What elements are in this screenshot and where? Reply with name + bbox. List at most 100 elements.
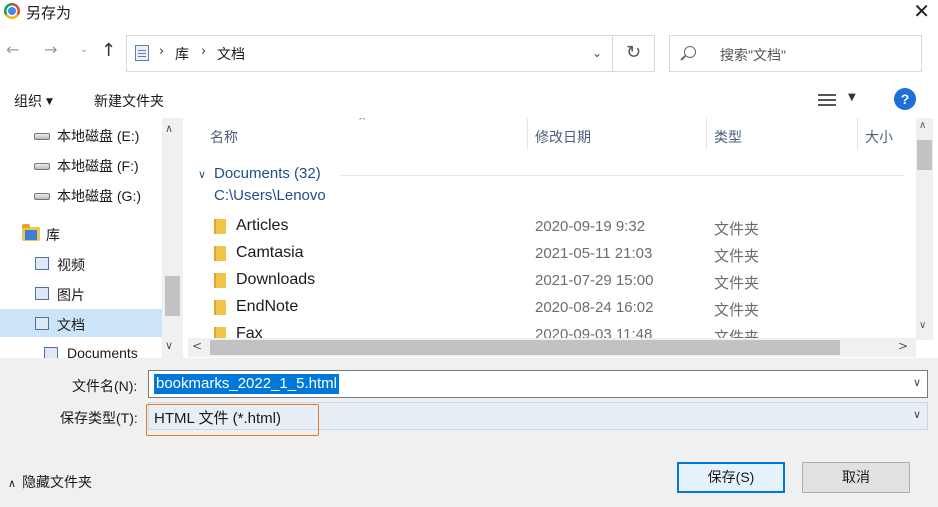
sidebar-item-library[interactable]: 库 — [0, 219, 162, 247]
item-name: Articles — [236, 217, 289, 234]
chrome-icon — [4, 3, 20, 19]
file-list: ^ 名称 修改日期 类型 大小 ∨ Documents (32) C:\User… — [190, 118, 916, 340]
file-list-scrollbar[interactable]: ∧ ∨ — [916, 118, 933, 340]
column-header-size[interactable]: 大小 — [865, 127, 893, 147]
organize-label: 组织 — [14, 93, 42, 109]
item-type: 文件夹 — [714, 302, 760, 319]
hide-folders-label: 隐藏文件夹 — [22, 474, 93, 490]
folder-icon — [214, 300, 226, 315]
search-input[interactable]: 搜索"文档" — [669, 35, 922, 72]
sidebar-item-pictures[interactable]: 图片 — [0, 279, 162, 307]
picture-icon — [35, 287, 49, 300]
sidebar-item-label: 本地磁盘 (F:) — [57, 158, 139, 174]
chevron-down-icon[interactable]: ∨ — [913, 408, 921, 421]
folder-icon — [214, 273, 226, 288]
group-header[interactable]: Documents (32) — [214, 165, 321, 182]
filename-field[interactable]: bookmarks_2022_1_5.html ∨ — [148, 370, 928, 398]
filetype-label: 保存类型(T): — [60, 410, 138, 426]
breadcrumb-separator-icon[interactable]: › — [159, 44, 164, 59]
list-item[interactable]: EndNote 2020-08-24 16:02 文件夹 — [190, 294, 904, 321]
sidebar-item-drive-e[interactable]: 本地磁盘 (E:) — [0, 120, 162, 148]
command-bar: 组织 ▼ 新建文件夹 ▼ ? — [0, 84, 938, 116]
sidebar-item-videos[interactable]: 视频 — [0, 249, 162, 277]
address-bar[interactable]: › 库 › 文档 ⌄ — [126, 35, 613, 72]
save-button[interactable]: 保存(S) — [677, 462, 785, 493]
item-name: EndNote — [236, 298, 299, 315]
navigation-pane: 本地磁盘 (E:) 本地磁盘 (F:) 本地磁盘 (G:) 库 视频 图片 文档… — [0, 118, 183, 358]
item-type: 文件夹 — [714, 221, 760, 238]
sidebar-item-label: 图片 — [57, 287, 85, 303]
item-type: 文件夹 — [714, 248, 760, 265]
forward-button[interactable]: → — [44, 40, 57, 59]
scroll-left-icon[interactable]: < — [192, 339, 202, 353]
breadcrumb-library[interactable]: 库 — [175, 44, 189, 64]
item-name: Downloads — [236, 271, 316, 288]
scroll-down-icon[interactable]: ∨ — [165, 339, 173, 352]
list-item[interactable]: Camtasia 2021-05-11 21:03 文件夹 — [190, 240, 904, 267]
column-divider[interactable] — [706, 118, 707, 150]
group-divider — [340, 175, 904, 176]
sidebar-item-label: 本地磁盘 (G:) — [57, 188, 141, 204]
scroll-up-icon[interactable]: ∧ — [919, 120, 926, 131]
scroll-down-icon[interactable]: ∨ — [919, 320, 926, 331]
item-date: 2020-09-19 9:32 — [535, 218, 646, 235]
help-button[interactable]: ? — [894, 88, 916, 110]
sidebar-scrollbar[interactable]: ∧ ∨ — [162, 118, 183, 358]
scroll-up-icon[interactable]: ∧ — [165, 122, 173, 135]
column-divider[interactable] — [527, 118, 528, 150]
view-dropdown-icon[interactable]: ▼ — [848, 92, 856, 103]
library-icon — [22, 224, 40, 241]
chevron-down-icon[interactable]: ∨ — [913, 376, 921, 389]
column-header-name[interactable]: 名称 — [210, 127, 238, 147]
hide-folders-button[interactable]: ∧ 隐藏文件夹 — [8, 472, 92, 492]
document-icon — [44, 347, 58, 358]
recent-locations-button[interactable]: ⌄ — [80, 44, 88, 55]
search-icon — [684, 46, 696, 58]
refresh-button[interactable]: ↻ — [613, 35, 655, 72]
column-divider[interactable] — [857, 118, 858, 150]
sidebar-item-label: 视频 — [57, 257, 85, 273]
column-header-type[interactable]: 类型 — [714, 127, 742, 147]
breadcrumb-separator-icon[interactable]: › — [201, 44, 206, 59]
view-options-icon[interactable] — [818, 93, 836, 107]
chevron-up-icon: ∧ — [8, 477, 17, 490]
column-header-date[interactable]: 修改日期 — [535, 127, 591, 147]
item-type: 文件夹 — [714, 275, 760, 292]
list-item[interactable]: Articles 2020-09-19 9:32 文件夹 — [190, 213, 904, 240]
sidebar-item-drive-f[interactable]: 本地磁盘 (F:) — [0, 150, 162, 178]
scrollbar-thumb[interactable] — [210, 340, 840, 355]
sidebar-item-label: Documents — [67, 345, 138, 358]
drive-icon — [34, 133, 50, 140]
video-icon — [35, 257, 49, 270]
address-dropdown-icon[interactable]: ⌄ — [592, 46, 602, 60]
up-button[interactable]: ↑ — [101, 40, 116, 61]
new-folder-button[interactable]: 新建文件夹 — [94, 91, 164, 111]
folder-icon — [214, 219, 226, 234]
organize-button[interactable]: 组织 ▼ — [14, 91, 53, 111]
title-bar: 另存为 ✕ — [0, 0, 938, 24]
back-button[interactable]: ← — [6, 40, 19, 59]
sidebar-item-label: 文档 — [57, 317, 85, 333]
filename-label: 文件名(N): — [72, 378, 138, 394]
sort-ascending-icon: ^ — [358, 118, 367, 127]
scroll-right-icon[interactable]: > — [898, 339, 908, 353]
group-path: C:\Users\Lenovo — [214, 187, 326, 204]
group-collapse-icon[interactable]: ∨ — [198, 168, 206, 181]
scrollbar-thumb[interactable] — [917, 140, 932, 170]
item-date: 2020-08-24 16:02 — [535, 299, 654, 316]
sidebar-item-drive-g[interactable]: 本地磁盘 (G:) — [0, 180, 162, 208]
sidebar-item-documents-folder[interactable]: Documents — [0, 339, 162, 358]
sidebar-item-documents[interactable]: 文档 — [0, 309, 162, 337]
breadcrumb-documents[interactable]: 文档 — [217, 44, 245, 64]
filename-value[interactable]: bookmarks_2022_1_5.html — [154, 374, 339, 394]
item-date: 2021-05-11 21:03 — [535, 245, 653, 262]
document-icon — [35, 317, 49, 330]
list-item[interactable]: Downloads 2021-07-29 15:00 文件夹 — [190, 267, 904, 294]
sidebar-item-label: 库 — [46, 227, 60, 243]
scrollbar-thumb[interactable] — [165, 276, 180, 316]
close-button[interactable]: ✕ — [886, 0, 930, 24]
cancel-button[interactable]: 取消 — [802, 462, 910, 493]
item-date: 2021-07-29 15:00 — [535, 272, 654, 289]
horizontal-scrollbar[interactable]: < > — [188, 338, 916, 357]
window-title: 另存为 — [26, 5, 72, 22]
